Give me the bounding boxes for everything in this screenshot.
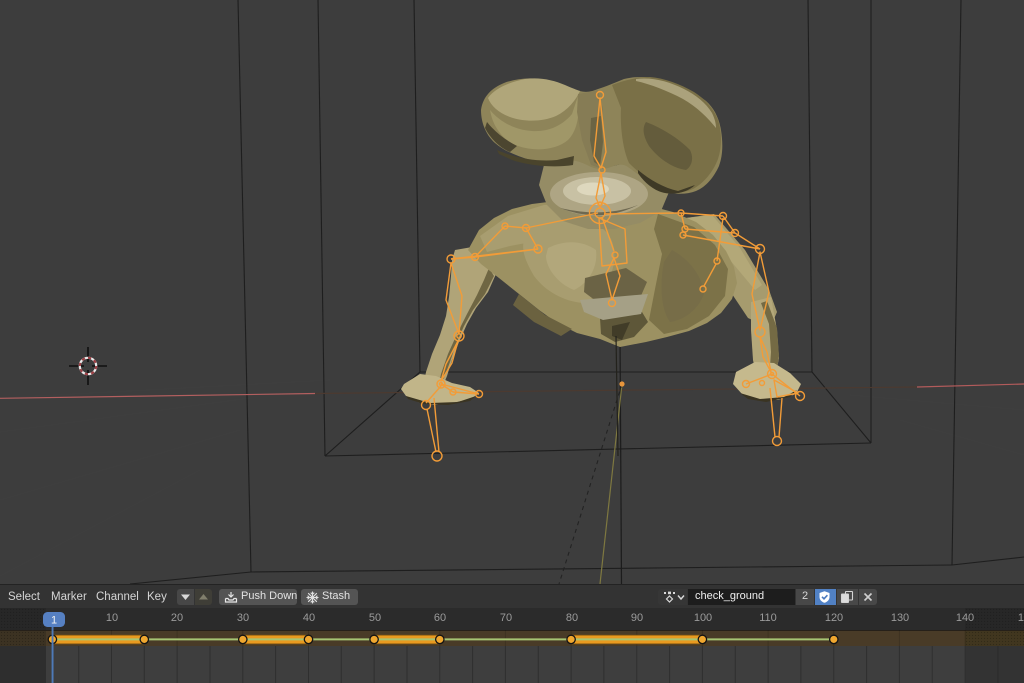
svg-text:1: 1 (51, 615, 57, 627)
